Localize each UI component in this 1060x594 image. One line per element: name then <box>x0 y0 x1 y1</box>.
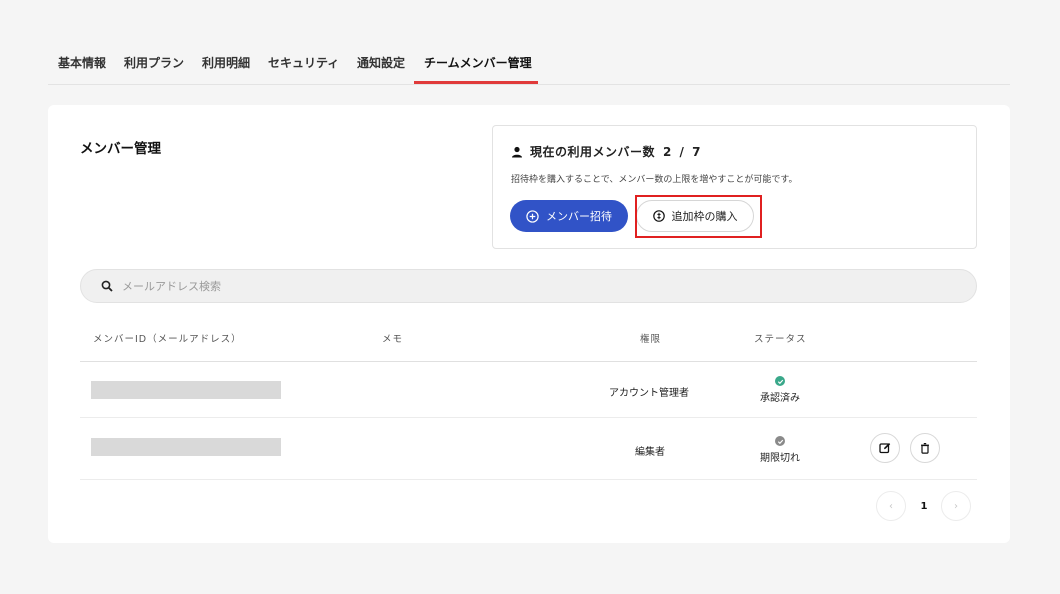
member-status: 期限切れ <box>750 436 810 464</box>
member-count-value: 2 / 7 <box>663 144 703 159</box>
redacted-member-id <box>91 438 281 456</box>
prev-page-button[interactable]: ‹ <box>876 491 906 521</box>
member-management-card: メンバー管理 現在の利用メンバー数 2 / 7 招待枠を購入することで、メンバー… <box>48 105 1010 543</box>
member-count-label: 現在の利用メンバー数 <box>530 145 656 159</box>
member-count-panel: 現在の利用メンバー数 2 / 7 招待枠を購入することで、メンバー数の上限を増や… <box>492 125 977 249</box>
invite-member-label: メンバー招待 <box>546 210 612 223</box>
column-header-member-id: メンバーID（メールアドレス） <box>93 334 242 345</box>
next-page-button[interactable]: › <box>941 491 971 521</box>
column-header-role: 権限 <box>640 334 662 345</box>
member-count-row: 現在の利用メンバー数 2 / 7 <box>511 143 702 160</box>
active-tab-indicator <box>414 81 538 84</box>
edit-icon <box>879 443 891 454</box>
row-divider <box>80 417 977 418</box>
edit-member-button[interactable] <box>870 433 900 463</box>
purchase-hint-text: 招待枠を購入することで、メンバー数の上限を増やすことが可能です。 <box>511 175 798 185</box>
member-role: アカウント管理者 <box>609 388 689 399</box>
email-search-bar[interactable] <box>80 269 977 303</box>
row-divider <box>80 479 977 480</box>
tab-plan[interactable]: 利用プラン <box>124 54 184 71</box>
plus-circle-icon <box>526 209 539 223</box>
column-header-status: ステータス <box>754 334 807 345</box>
trash-icon <box>921 443 929 454</box>
email-search-input[interactable] <box>122 279 922 293</box>
tab-basic-info[interactable]: 基本情報 <box>58 54 106 71</box>
member-status-label: 承認済み <box>760 393 800 404</box>
search-icon <box>101 280 113 292</box>
table-header-divider <box>80 361 977 362</box>
delete-member-button[interactable] <box>910 433 940 463</box>
check-circle-icon <box>775 376 785 386</box>
tab-billing[interactable]: 利用明細 <box>202 54 250 71</box>
invite-member-button[interactable]: メンバー招待 <box>510 200 628 232</box>
member-status: 承認済み <box>750 376 810 404</box>
member-role: 編集者 <box>635 447 665 458</box>
member-status-label: 期限切れ <box>760 453 800 464</box>
column-header-memo: メモ <box>382 334 404 345</box>
page-title: メンバー管理 <box>80 141 161 157</box>
redacted-member-id <box>91 381 281 399</box>
current-page[interactable]: 1 <box>909 491 939 521</box>
check-circle-icon <box>775 436 785 446</box>
tab-bar: 基本情報 利用プラン 利用明細 セキュリティ 通知設定 チームメンバー管理 <box>48 46 1010 85</box>
tab-notifications[interactable]: 通知設定 <box>357 54 405 71</box>
highlight-box <box>635 195 762 238</box>
tab-security[interactable]: セキュリティ <box>268 54 339 71</box>
tab-team-members[interactable]: チームメンバー管理 <box>424 54 532 71</box>
user-icon <box>512 146 522 157</box>
